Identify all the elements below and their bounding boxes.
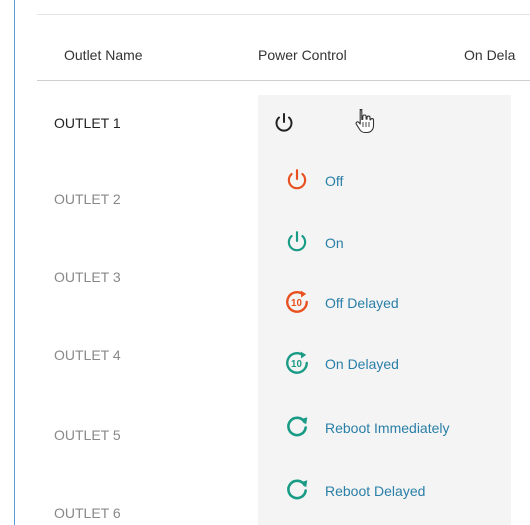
reboot-icon bbox=[287, 416, 308, 437]
menu-item-off-delayed[interactable]: 10 Off Delayed bbox=[258, 285, 511, 321]
svg-text:10: 10 bbox=[291, 298, 302, 309]
column-header-on-delay[interactable]: On Dela bbox=[464, 47, 515, 63]
table-row-name: OUTLET 4 bbox=[54, 347, 121, 363]
svg-text:10: 10 bbox=[291, 359, 302, 370]
table-row-name: OUTLET 6 bbox=[54, 505, 121, 521]
menu-item-off[interactable]: Off bbox=[258, 163, 511, 199]
menu-item-label: On bbox=[325, 235, 344, 251]
table-row-name: OUTLET 2 bbox=[54, 191, 121, 207]
power-on-icon bbox=[287, 231, 307, 252]
menu-item-label: Reboot Delayed bbox=[325, 483, 426, 499]
table-row-name: OUTLET 1 bbox=[54, 115, 121, 131]
column-header-power-control[interactable]: Power Control bbox=[258, 47, 347, 63]
reboot-icon bbox=[287, 479, 308, 500]
menu-item-label: Reboot Immediately bbox=[325, 420, 450, 436]
menu-item-on[interactable]: On bbox=[258, 225, 511, 261]
hand-cursor-icon bbox=[355, 108, 375, 134]
table-row-name: OUTLET 3 bbox=[54, 269, 121, 285]
timer-10-icon: 10 bbox=[286, 351, 308, 374]
menu-item-label: Off bbox=[325, 173, 344, 189]
menu-item-on-delayed[interactable]: 10 On Delayed bbox=[258, 346, 511, 382]
power-control-menu: Off On 10 Off Delayed 10 On Delayed Rebo… bbox=[258, 95, 511, 525]
column-header-outlet-name[interactable]: Outlet Name bbox=[64, 47, 143, 63]
menu-item-reboot-delayed[interactable]: Reboot Delayed bbox=[258, 473, 511, 509]
menu-item-label: Off Delayed bbox=[325, 295, 399, 311]
power-off-icon bbox=[287, 169, 307, 190]
menu-item-reboot-immediately[interactable]: Reboot Immediately bbox=[258, 410, 511, 446]
power-icon[interactable] bbox=[272, 111, 296, 135]
table-row-name: OUTLET 5 bbox=[54, 427, 121, 443]
table-header: Outlet Name Power Control On Dela bbox=[37, 14, 530, 81]
timer-10-icon: 10 bbox=[286, 290, 308, 313]
menu-item-label: On Delayed bbox=[325, 356, 399, 372]
